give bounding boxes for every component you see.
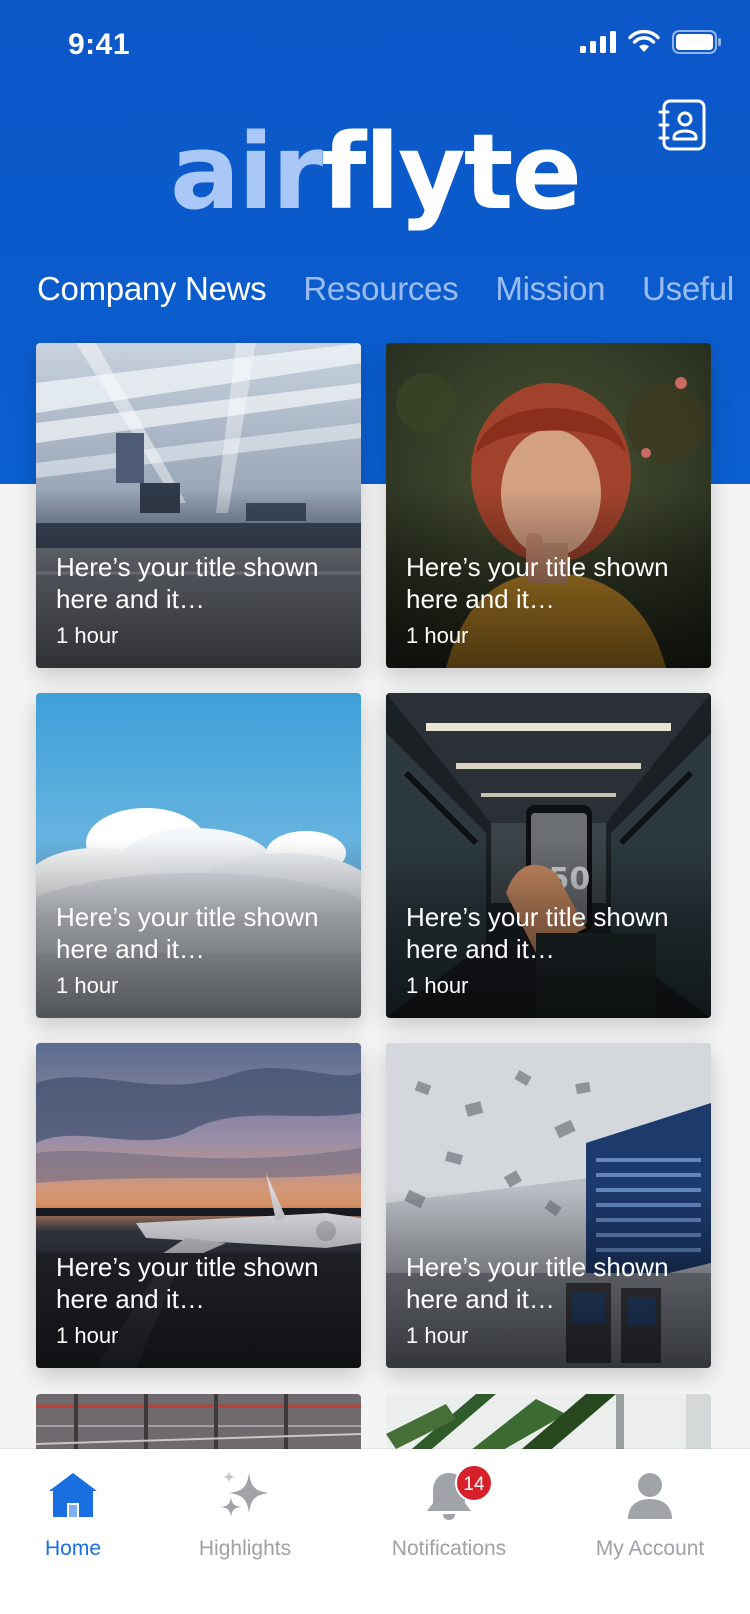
tab-company-news[interactable]: Company News (37, 270, 267, 308)
construction-scaffold-image (36, 1394, 361, 1454)
news-card[interactable]: Here’s your title shown here and it… 1 h… (36, 343, 361, 668)
notifications-badge: 14 (455, 1464, 493, 1502)
tab-resources[interactable]: Resources (303, 270, 458, 308)
user-icon (622, 1467, 678, 1523)
tabbar-notifications-label: Notifications (391, 1537, 507, 1560)
airflyte-logo: airflyte (0, 120, 750, 224)
home-indicator (242, 1586, 508, 1596)
battery-icon (672, 30, 721, 54)
news-grid: Here’s your title shown here and it… 1 h… (36, 343, 711, 1368)
news-card-partial[interactable] (36, 1394, 361, 1454)
news-card[interactable]: Here’s your title shown here and it… 1 h… (386, 1043, 711, 1368)
status-time: 9:41 (68, 28, 131, 61)
tabbar-home-label: Home (44, 1537, 102, 1560)
card-time: 1 hour (406, 623, 469, 648)
logo-part-flyte: flyte (321, 111, 582, 233)
sparkles-icon (217, 1467, 273, 1523)
tabbar-account-label: My Account (595, 1537, 705, 1560)
tab-useful[interactable]: Useful (642, 270, 734, 308)
tabbar-highlights-label: Highlights (198, 1537, 292, 1560)
news-card[interactable]: Here’s your title shown here and it… 1 h… (386, 343, 711, 668)
card-title: Here’s your title shown here and it… (56, 552, 319, 614)
card-time: 1 hour (406, 1323, 469, 1348)
tabbar-home[interactable]: Home (0, 1467, 158, 1561)
card-time: 1 hour (56, 1323, 119, 1348)
wifi-icon (628, 30, 660, 52)
news-card[interactable]: 050 Here’s your title shown here and it…… (386, 693, 711, 1018)
cellular-signal-icon (580, 31, 616, 53)
tabbar-highlights[interactable]: Highlights (160, 1467, 330, 1561)
card-title: Here’s your title shown here and it… (406, 1252, 669, 1314)
tabbar-account[interactable]: My Account (565, 1467, 735, 1561)
card-title: Here’s your title shown here and it… (406, 902, 669, 964)
category-tabs: Company News Resources Mission Useful (37, 270, 734, 308)
card-title: Here’s your title shown here and it… (56, 902, 319, 964)
news-card[interactable]: Here’s your title shown here and it… 1 h… (36, 1043, 361, 1368)
tabbar-notifications[interactable]: 14 Notifications (364, 1464, 534, 1561)
home-icon (45, 1467, 101, 1523)
news-card[interactable]: Here’s your title shown here and it… 1 h… (36, 693, 361, 1018)
bottom-tab-bar: Home Highlights 14 Notifications My Acco… (0, 1449, 750, 1614)
status-icons (580, 30, 722, 54)
card-time: 1 hour (56, 973, 119, 998)
card-title: Here’s your title shown here and it… (406, 552, 669, 614)
palm-plant-image (386, 1394, 711, 1454)
status-bar: 9:41 (0, 0, 750, 90)
card-time: 1 hour (56, 623, 119, 648)
bell-icon: 14 (421, 1464, 493, 1523)
card-time: 1 hour (406, 973, 469, 998)
logo-part-air: air (169, 111, 323, 233)
card-title: Here’s your title shown here and it… (56, 1252, 319, 1314)
news-card-partial[interactable] (386, 1394, 711, 1454)
tab-mission[interactable]: Mission (495, 270, 605, 308)
app-screen: 9:41 airflyte Company News Resources Mis… (0, 0, 750, 1614)
